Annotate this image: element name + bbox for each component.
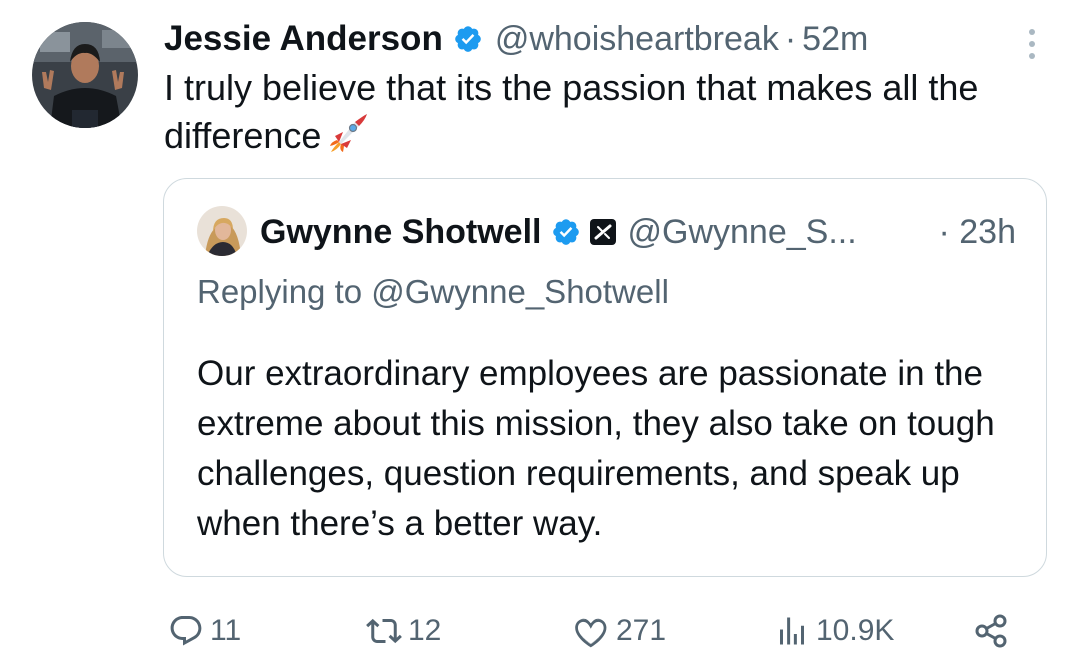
rocket-emoji-icon	[327, 112, 369, 154]
quoted-tweet-header: Gwynne Shotwell @Gwynne_S... · 23h	[260, 209, 1016, 255]
share-button[interactable]	[972, 606, 1012, 656]
like-count: 271	[616, 614, 667, 647]
quoted-author-handle[interactable]: @Gwynne_S...	[627, 213, 856, 252]
reply-button[interactable]: 11	[168, 606, 241, 656]
x-affiliate-badge-icon[interactable]	[589, 218, 617, 246]
repost-icon	[366, 613, 402, 649]
quoted-author-name[interactable]: Gwynne Shotwell	[260, 213, 541, 252]
author-avatar[interactable]	[32, 22, 138, 128]
quoted-author-avatar[interactable]	[197, 206, 247, 256]
reply-count: 11	[210, 614, 242, 647]
quoted-tweet-card[interactable]: Gwynne Shotwell @Gwynne_S... · 23h Reply…	[163, 178, 1047, 577]
more-vertical-icon[interactable]	[1026, 26, 1038, 62]
views-count: 10.9K	[816, 614, 895, 647]
share-icon	[972, 611, 1012, 651]
tweet-text-content: I truly believe that its the passion tha…	[164, 67, 979, 156]
views-button[interactable]: 10.9K	[774, 606, 894, 656]
views-icon	[774, 613, 810, 649]
heart-icon	[572, 612, 610, 650]
separator-dot: ·	[784, 19, 797, 58]
author-name[interactable]: Jessie Anderson	[164, 19, 443, 59]
author-handle[interactable]: @whoisheartbreak	[495, 20, 779, 59]
tweet-header: Jessie Anderson @whoisheartbreak · 52m	[164, 16, 868, 62]
verified-badge-icon[interactable]	[453, 24, 483, 54]
tweet-timestamp[interactable]: 52m	[802, 20, 868, 59]
repost-button[interactable]: 12	[366, 606, 441, 656]
tweet-text: I truly believe that its the passion tha…	[164, 64, 1044, 160]
action-bar: 11 12 271 10.9K	[0, 606, 1080, 656]
replying-to-label[interactable]: Replying to @Gwynne_Shotwell	[197, 273, 669, 311]
quoted-tweet-timestamp[interactable]: · 23h	[939, 213, 1017, 252]
like-button[interactable]: 271	[572, 606, 666, 656]
quoted-tweet-text: Our extraordinary employees are passiona…	[197, 354, 995, 543]
verified-badge-icon[interactable]	[551, 217, 581, 247]
reply-icon	[168, 613, 204, 649]
repost-count: 12	[408, 614, 442, 647]
